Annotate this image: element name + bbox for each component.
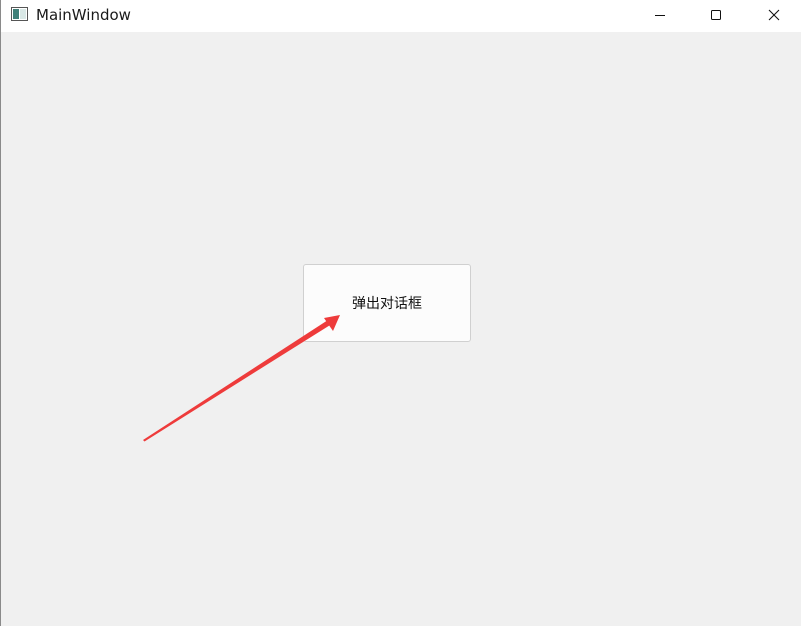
- open-dialog-button[interactable]: 弹出对话框: [303, 264, 471, 342]
- client-area: 弹出对话框: [1, 32, 801, 626]
- close-button[interactable]: [751, 0, 797, 30]
- main-window: MainWindow 弹出对话框: [0, 0, 801, 626]
- minimize-button[interactable]: [637, 0, 683, 30]
- maximize-icon: [711, 10, 721, 20]
- window-title: MainWindow: [36, 6, 131, 24]
- open-dialog-button-label: 弹出对话框: [352, 296, 422, 312]
- close-icon: [768, 9, 780, 21]
- window-app-icon: [11, 7, 28, 21]
- title-bar[interactable]: MainWindow: [1, 0, 801, 32]
- maximize-button[interactable]: [693, 0, 739, 30]
- minimize-icon: [655, 15, 665, 16]
